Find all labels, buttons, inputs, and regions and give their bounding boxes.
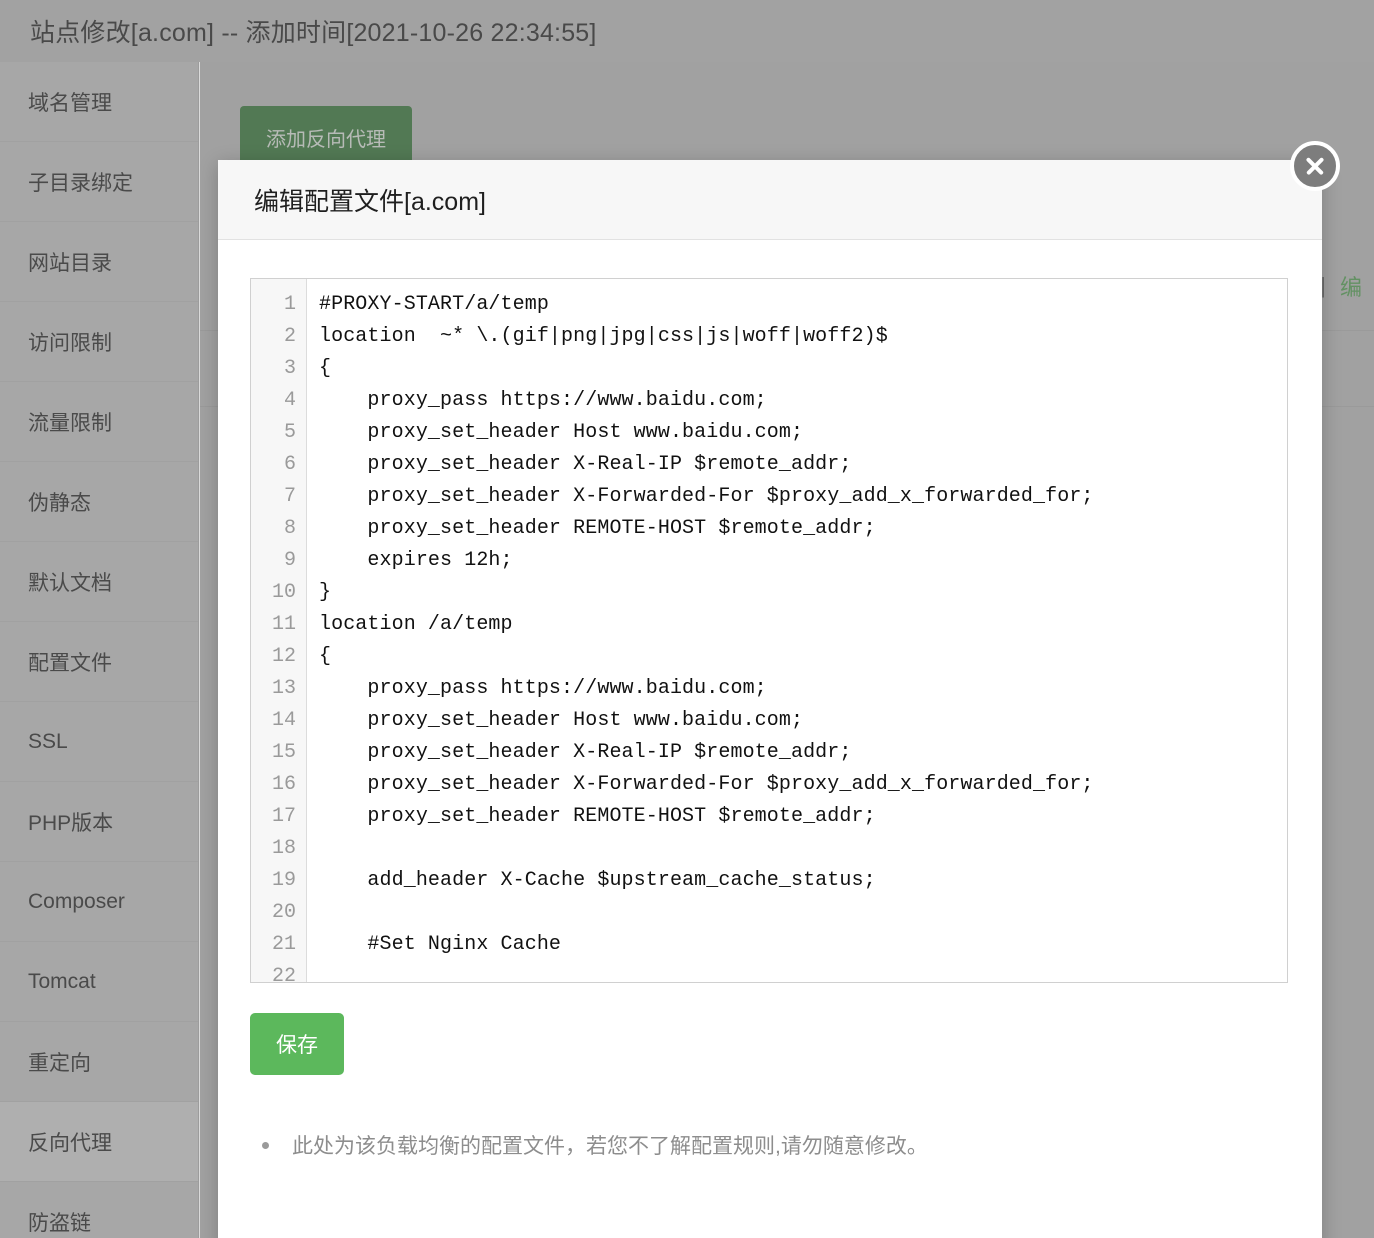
sidebar-item-reverse-proxy[interactable]: 反向代理 xyxy=(0,1102,198,1182)
sidebar-item-redirect[interactable]: 重定向 xyxy=(0,1022,198,1102)
line-number: 4 xyxy=(283,389,296,412)
sidebar-item-label: 防盗链 xyxy=(28,1211,91,1235)
save-button[interactable]: 保存 xyxy=(250,1013,344,1075)
code-line: { xyxy=(319,357,332,380)
row-action-edit[interactable]: 编 xyxy=(1340,270,1362,302)
line-number: 16 xyxy=(271,773,296,796)
sidebar-item-label: Tomcat xyxy=(28,969,96,993)
line-number: 15 xyxy=(271,741,296,764)
edit-config-modal: 编辑配置文件[a.com] 1 2 3 4 5 6 7 8 9 10 11 12… xyxy=(218,160,1322,1238)
sidebar-item-label: Composer xyxy=(28,889,125,913)
line-number: 5 xyxy=(283,421,296,444)
line-number: 22 xyxy=(271,965,296,983)
sidebar-item-site-dir[interactable]: 网站目录 xyxy=(0,222,198,302)
line-number: 21 xyxy=(271,933,296,956)
sidebar-item-label: SSL xyxy=(28,729,68,753)
line-number: 1 xyxy=(283,293,296,316)
code-line: } xyxy=(319,581,332,604)
editor-line-number-gutter: 1 2 3 4 5 6 7 8 9 10 11 12 13 14 15 16 1 xyxy=(251,279,307,982)
line-number: 6 xyxy=(283,453,296,476)
code-line: proxy_set_header X-Forwarded-For $proxy_… xyxy=(319,773,1094,796)
line-number: 14 xyxy=(271,709,296,732)
line-number: 17 xyxy=(271,805,296,828)
code-line: proxy_set_header REMOTE-HOST $remote_add… xyxy=(319,805,876,828)
modal-notes: 此处为该负载均衡的配置文件，若您不了解配置规则,请勿随意修改。 xyxy=(250,1131,1286,1163)
code-line: #Set Nginx Cache xyxy=(319,933,562,956)
modal-header: 编辑配置文件[a.com] xyxy=(218,160,1322,240)
sidebar-item-ssl[interactable]: SSL xyxy=(0,702,198,782)
sidebar-item-label: 配置文件 xyxy=(28,651,112,675)
sidebar-item-config-file[interactable]: 配置文件 xyxy=(0,622,198,702)
sidebar-item-label: 子目录绑定 xyxy=(28,171,133,195)
note-item: 此处为该负载均衡的配置文件，若您不了解配置规则,请勿随意修改。 xyxy=(250,1131,1286,1163)
line-number: 8 xyxy=(283,517,296,540)
sidebar-item-rewrite[interactable]: 伪静态 xyxy=(0,462,198,542)
bullet-icon xyxy=(262,1142,269,1149)
note-text: 此处为该负载均衡的配置文件，若您不了解配置规则,请勿随意修改。 xyxy=(292,1135,928,1158)
code-line: proxy_set_header X-Real-IP $remote_addr; xyxy=(319,453,852,476)
line-number: 11 xyxy=(271,613,296,636)
sidebar-item-tomcat[interactable]: Tomcat xyxy=(0,942,198,1022)
sidebar-item-label: 默认文档 xyxy=(28,571,112,595)
sidebar-item-anti-leech[interactable]: 防盗链 xyxy=(0,1182,198,1238)
code-line: proxy_set_header Host www.baidu.com; xyxy=(319,421,804,444)
sidebar-item-label: 域名管理 xyxy=(28,91,112,115)
sidebar-item-label: PHP版本 xyxy=(28,811,114,835)
code-line: proxy_set_header X-Real-IP $remote_addr; xyxy=(319,741,852,764)
sidebar-item-label: 访问限制 xyxy=(28,331,112,355)
code-line: proxy_pass https://www.baidu.com; xyxy=(319,389,767,412)
sidebar-item-label: 反向代理 xyxy=(28,1131,112,1155)
sidebar-item-composer[interactable]: Composer xyxy=(0,862,198,942)
sidebar-item-label: 流量限制 xyxy=(28,411,112,435)
code-line: proxy_set_header X-Forwarded-For $proxy_… xyxy=(319,485,1094,508)
sidebar-item-php-version[interactable]: PHP版本 xyxy=(0,782,198,862)
line-number: 19 xyxy=(271,869,296,892)
sidebar-item-label: 重定向 xyxy=(28,1051,91,1075)
code-line: location ~* \.(gif|png|jpg|css|js|woff|w… xyxy=(319,325,888,348)
editor-code-content[interactable]: #PROXY-START/a/temp location ~* \.(gif|p… xyxy=(307,279,1287,982)
page-title-bar: 站点修改[a.com] -- 添加时间[2021-10-26 22:34:55] xyxy=(0,0,1374,62)
page-title: 站点修改[a.com] -- 添加时间[2021-10-26 22:34:55] xyxy=(30,19,597,47)
code-line: { xyxy=(319,645,332,668)
sidebar-item-default-doc[interactable]: 默认文档 xyxy=(0,542,198,622)
code-line: proxy_set_header REMOTE-HOST $remote_add… xyxy=(319,517,876,540)
sidebar[interactable]: 域名管理 子目录绑定 网站目录 访问限制 流量限制 伪静态 默认文档 配置文件 … xyxy=(0,62,199,1238)
line-number: 20 xyxy=(271,901,296,924)
code-line: location /a/temp xyxy=(319,613,513,636)
line-number: 2 xyxy=(283,325,296,348)
sidebar-item-domain[interactable]: 域名管理 xyxy=(0,62,198,142)
line-number: 10 xyxy=(271,581,296,604)
modal-title: 编辑配置文件[a.com] xyxy=(254,187,486,216)
modal-body: 1 2 3 4 5 6 7 8 9 10 11 12 13 14 15 16 1 xyxy=(218,240,1322,1163)
sidebar-item-traffic-limit[interactable]: 流量限制 xyxy=(0,382,198,462)
code-line: #PROXY-START/a/temp xyxy=(319,293,549,316)
close-icon[interactable] xyxy=(1290,141,1340,191)
sidebar-item-label: 伪静态 xyxy=(28,491,91,515)
line-number: 3 xyxy=(283,357,296,380)
code-line: add_header X-Cache $upstream_cache_statu… xyxy=(319,869,876,892)
line-number: 13 xyxy=(271,677,296,700)
line-number: 18 xyxy=(271,837,296,860)
code-line: expires 12h; xyxy=(319,549,513,572)
sidebar-item-access-limit[interactable]: 访问限制 xyxy=(0,302,198,382)
line-number: 9 xyxy=(283,549,296,572)
line-number: 12 xyxy=(271,645,296,668)
line-number: 7 xyxy=(283,485,296,508)
sidebar-item-label: 网站目录 xyxy=(28,251,112,275)
code-line: proxy_pass https://www.baidu.com; xyxy=(319,677,767,700)
code-line: proxy_set_header Host www.baidu.com; xyxy=(319,709,804,732)
config-code-editor[interactable]: 1 2 3 4 5 6 7 8 9 10 11 12 13 14 15 16 1 xyxy=(250,278,1288,983)
app-root: 站点修改[a.com] -- 添加时间[2021-10-26 22:34:55]… xyxy=(0,0,1374,1238)
sidebar-item-subdir-bind[interactable]: 子目录绑定 xyxy=(0,142,198,222)
